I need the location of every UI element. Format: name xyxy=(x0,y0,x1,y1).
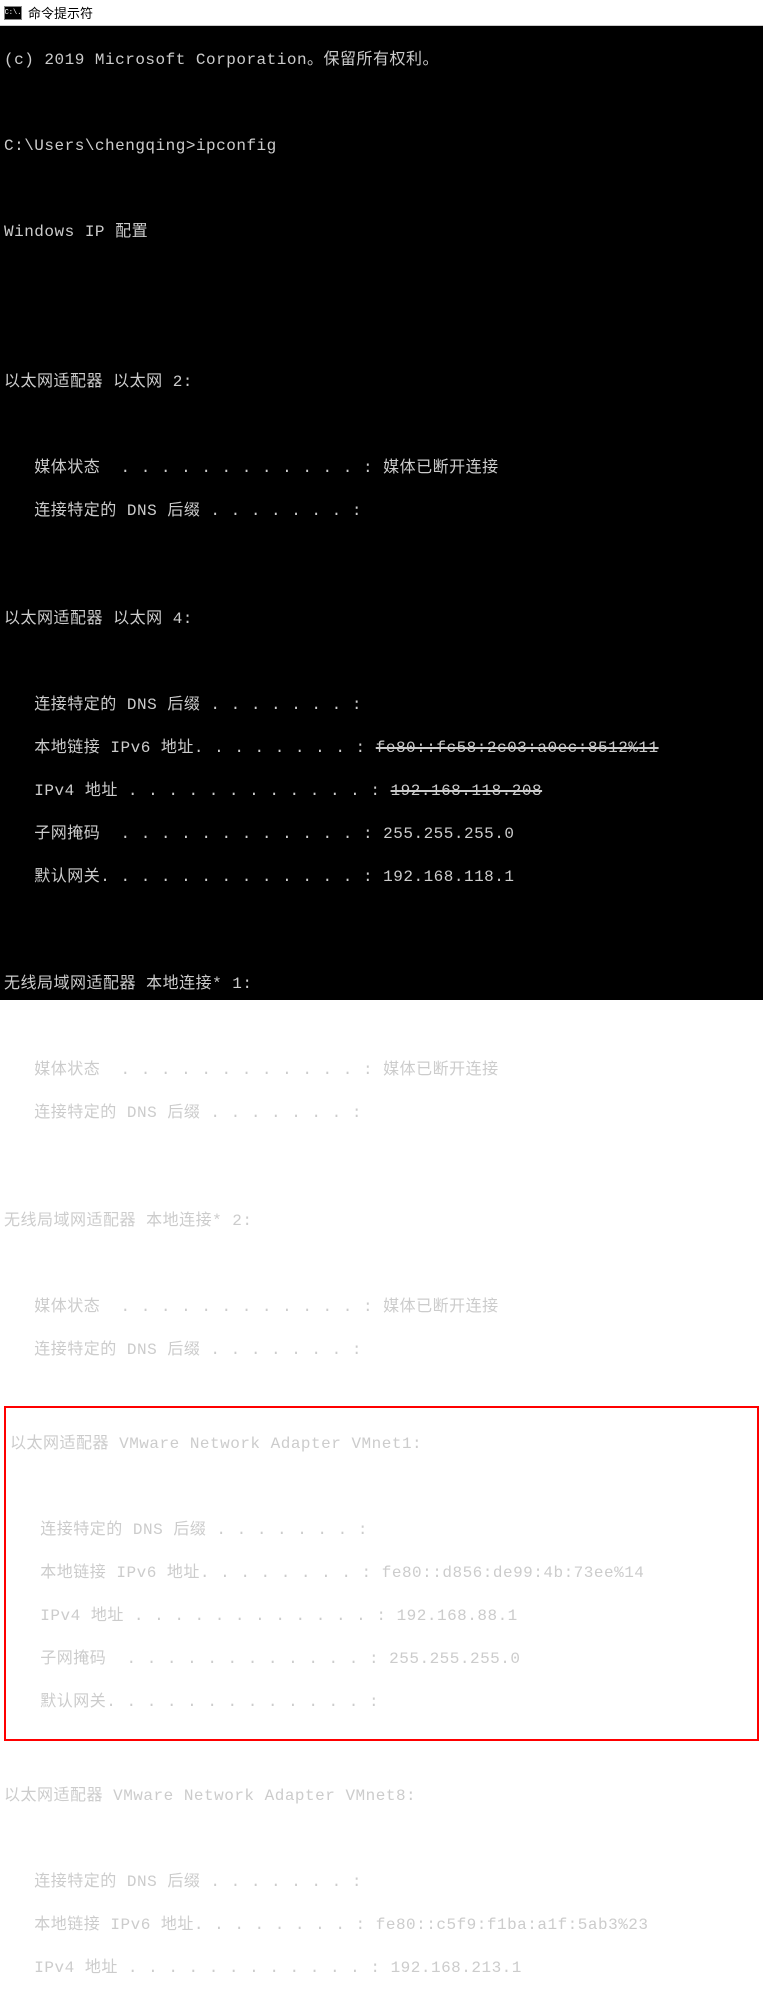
titlebar[interactable]: C:\. 命令提示符 xyxy=(0,0,763,26)
row-value: 媒体已断开连接 xyxy=(383,1298,499,1316)
blank-line xyxy=(0,1254,763,1276)
row-value: 192.168.88.1 xyxy=(397,1607,518,1625)
adapter-title: 以太网适配器 以太网 4: xyxy=(0,609,763,631)
blank-line xyxy=(0,265,763,287)
adapter-row: 本地链接 IPv6 地址. . . . . . . . : fe80::fc58… xyxy=(0,738,763,760)
blank-line xyxy=(6,1477,757,1499)
blank-line xyxy=(0,1146,763,1168)
row-value-redacted: 192.168.118.208 xyxy=(391,782,543,800)
row-value: 192.168.118.1 xyxy=(383,868,514,886)
adapter-row: IPv4 地址 . . . . . . . . . . . . : 192.16… xyxy=(0,781,763,803)
cmd-icon: C:\. xyxy=(4,6,22,20)
adapter-row: 默认网关. . . . . . . . . . . . . : xyxy=(6,1692,757,1714)
adapter-row: 连接特定的 DNS 后缀 . . . . . . . : xyxy=(0,1340,763,1362)
command-text: ipconfig xyxy=(196,137,277,155)
blank-line xyxy=(0,1829,763,1851)
adapter-row: IPv4 地址 . . . . . . . . . . . . : 192.16… xyxy=(6,1606,757,1628)
row-value: 255.255.255.0 xyxy=(389,1650,520,1668)
adapter-row: 本地链接 IPv6 地址. . . . . . . . : fe80::c5f9… xyxy=(0,1915,763,1937)
adapter-row: 默认网关. . . . . . . . . . . . . : 192.168.… xyxy=(0,867,763,889)
adapter-row: 媒体状态 . . . . . . . . . . . . : 媒体已断开连接 xyxy=(0,1297,763,1319)
row-value-redacted: fe80::fc58:2c03:a0ec:8512%11 xyxy=(376,739,659,757)
blank-line xyxy=(0,179,763,201)
adapter-row: 子网掩码 . . . . . . . . . . . . : 255.255.2… xyxy=(0,824,763,846)
row-value: 192.168.213.1 xyxy=(391,1959,522,1977)
row-value: 媒体已断开连接 xyxy=(383,1061,499,1079)
terminal-output[interactable]: (c) 2019 Microsoft Corporation。保留所有权利。 C… xyxy=(0,26,763,1000)
highlighted-adapter-box: 以太网适配器 VMware Network Adapter VMnet1: 连接… xyxy=(4,1406,759,1741)
adapter-title: 无线局域网适配器 本地连接* 1: xyxy=(0,974,763,996)
blank-line xyxy=(0,93,763,115)
blank-line xyxy=(0,308,763,330)
row-value: fe80::c5f9:f1ba:a1f:5ab3%23 xyxy=(376,1916,649,1934)
window-title: 命令提示符 xyxy=(28,3,93,22)
adapter-row: 媒体状态 . . . . . . . . . . . . : 媒体已断开连接 xyxy=(0,458,763,480)
adapter-title: 以太网适配器 以太网 2: xyxy=(0,372,763,394)
prompt-path: C:\Users\chengqing> xyxy=(4,137,196,155)
blank-line xyxy=(0,544,763,566)
adapter-title: 以太网适配器 VMware Network Adapter VMnet8: xyxy=(0,1786,763,1808)
blank-line xyxy=(0,652,763,674)
ip-config-header: Windows IP 配置 xyxy=(0,222,763,244)
adapter-row: 本地链接 IPv6 地址. . . . . . . . : fe80::d856… xyxy=(6,1563,757,1585)
row-value: 媒体已断开连接 xyxy=(383,459,499,477)
blank-line xyxy=(0,415,763,437)
adapter-row: 连接特定的 DNS 后缀 . . . . . . . : xyxy=(0,1872,763,1894)
prompt-line: C:\Users\chengqing>ipconfig xyxy=(0,136,763,158)
adapter-title: 无线局域网适配器 本地连接* 2: xyxy=(0,1211,763,1233)
blank-line xyxy=(0,1017,763,1039)
row-value: 255.255.255.0 xyxy=(383,825,514,843)
adapter-row: 连接特定的 DNS 后缀 . . . . . . . : xyxy=(0,1103,763,1125)
adapter-title: 以太网适配器 VMware Network Adapter VMnet1: xyxy=(6,1434,757,1456)
copyright-line: (c) 2019 Microsoft Corporation。保留所有权利。 xyxy=(0,50,763,72)
adapter-row: 连接特定的 DNS 后缀 . . . . . . . : xyxy=(0,501,763,523)
adapter-row: 媒体状态 . . . . . . . . . . . . : 媒体已断开连接 xyxy=(0,1060,763,1082)
blank-line xyxy=(0,910,763,932)
adapter-row: 子网掩码 . . . . . . . . . . . . : 255.255.2… xyxy=(6,1649,757,1671)
adapter-row: 连接特定的 DNS 后缀 . . . . . . . : xyxy=(0,695,763,717)
row-value: fe80::d856:de99:4b:73ee%14 xyxy=(382,1564,645,1582)
adapter-row: 连接特定的 DNS 后缀 . . . . . . . : xyxy=(6,1520,757,1542)
adapter-row: IPv4 地址 . . . . . . . . . . . . : 192.16… xyxy=(0,1958,763,1980)
